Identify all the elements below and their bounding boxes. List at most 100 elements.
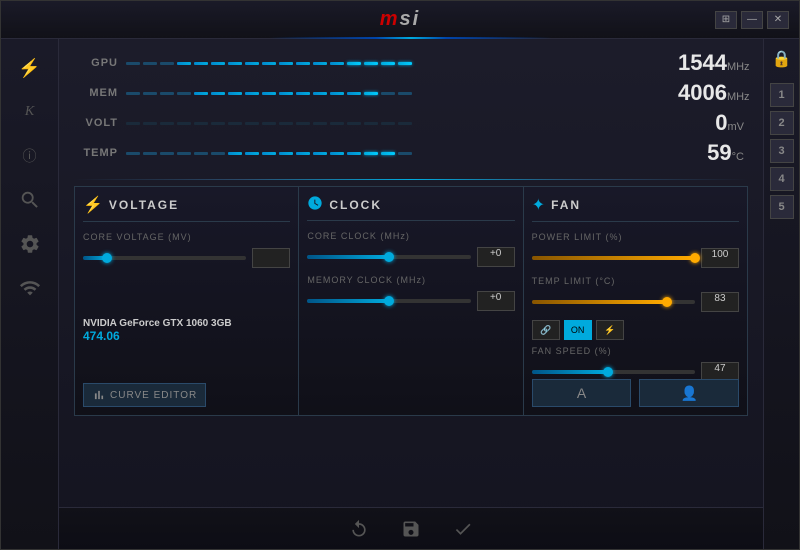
d [194, 122, 208, 125]
memory-clock-slider-row: +0 [307, 291, 514, 311]
power-limit-label: POWER LIMIT (%) [532, 232, 739, 242]
sidebar-item-monitor[interactable] [11, 269, 49, 307]
temp-limit-thumb[interactable] [662, 297, 672, 307]
panels-row: ⚡ VOLTAGE CORE VOLTAGE (MV) NVIDIA GeFor… [74, 186, 748, 416]
profile-4-button[interactable]: 4 [770, 167, 794, 191]
power-limit-input[interactable]: 100 [701, 248, 739, 268]
d [381, 62, 395, 65]
d [194, 92, 208, 95]
fan-panel-header: ✦ FAN [532, 195, 739, 222]
d [347, 92, 361, 95]
fan-profile-user-button[interactable]: 👤 [639, 379, 739, 407]
memory-clock-thumb[interactable] [384, 296, 394, 306]
sidebar-item-overclocking[interactable]: ⚡ [11, 49, 49, 87]
profile-3-button[interactable]: 3 [770, 139, 794, 163]
title-bar: msi ⊞ — ✕ [1, 1, 799, 39]
d [296, 152, 310, 155]
gpu-info-section: NVIDIA GeForce GTX 1060 3GB 474.06 [83, 318, 290, 343]
d [160, 92, 174, 95]
d [279, 62, 293, 65]
fan-profile-a-button[interactable]: A [532, 379, 632, 407]
profile-2-button[interactable]: 2 [770, 111, 794, 135]
d [347, 62, 361, 65]
d [245, 122, 259, 125]
d [296, 62, 310, 65]
memory-clock-track[interactable] [307, 299, 470, 303]
d [330, 152, 344, 155]
minimize-button[interactable]: — [741, 11, 763, 29]
d [262, 92, 276, 95]
mem-value: 4006MHz [678, 82, 748, 105]
d [279, 92, 293, 95]
power-limit-fill [532, 256, 695, 260]
core-voltage-input[interactable] [252, 248, 290, 268]
temp-limit-track[interactable] [532, 300, 695, 304]
apply-button[interactable] [449, 515, 477, 543]
fan-link-toggle[interactable]: 🔗 [532, 320, 560, 340]
d [364, 92, 378, 95]
mem-label: MEM [74, 87, 126, 99]
mem-bar [126, 86, 678, 100]
d [381, 122, 395, 125]
meters-section: GPU [74, 49, 748, 167]
volt-meter-row: VOLT [74, 109, 748, 137]
d [194, 62, 208, 65]
core-clock-label: CORE CLOCK (MHz) [307, 231, 514, 241]
d [143, 122, 157, 125]
gpu-value: 1544MHz [678, 52, 748, 75]
d [126, 62, 140, 65]
profile-5-button[interactable]: 5 [770, 195, 794, 219]
sidebar-item-info[interactable]: ⓘ [11, 137, 49, 175]
core-clock-thumb[interactable] [384, 252, 394, 262]
fan-speed-track[interactable] [532, 370, 695, 374]
core-voltage-track[interactable] [83, 256, 246, 260]
power-limit-thumb[interactable] [690, 253, 700, 263]
d [279, 122, 293, 125]
d [143, 152, 157, 155]
d [313, 62, 327, 65]
core-clock-input[interactable]: +0 [477, 247, 515, 267]
d [126, 92, 140, 95]
volt-dashes [126, 116, 678, 130]
win-button[interactable]: ⊞ [715, 11, 737, 29]
mem-meter-row: MEM [74, 79, 748, 107]
d [262, 152, 276, 155]
save-button[interactable] [397, 515, 425, 543]
section-divider [74, 179, 748, 180]
temp-limit-input[interactable]: 83 [701, 292, 739, 312]
temp-value: 59°C [678, 142, 748, 165]
sidebar-item-profiles[interactable]: K [11, 93, 49, 131]
app-logo: msi [380, 8, 420, 31]
d [126, 122, 140, 125]
fan-on-toggle[interactable]: ON [564, 320, 592, 340]
fan-boost-toggle[interactable]: ⚡ [596, 320, 624, 340]
voltage-panel-header: ⚡ VOLTAGE [83, 195, 290, 222]
d [228, 62, 242, 65]
curve-editor-button[interactable]: CURVE EDITOR [83, 383, 206, 407]
d [364, 122, 378, 125]
sidebar-item-settings[interactable] [11, 225, 49, 263]
d [398, 92, 412, 95]
d [160, 62, 174, 65]
d [177, 122, 191, 125]
gpu-bar [126, 56, 678, 70]
memory-clock-input[interactable]: +0 [477, 291, 515, 311]
core-clock-track[interactable] [307, 255, 470, 259]
reset-button[interactable] [345, 515, 373, 543]
voltage-icon: ⚡ [83, 195, 103, 215]
core-voltage-label: CORE VOLTAGE (MV) [83, 232, 290, 242]
profile-1-button[interactable]: 1 [770, 83, 794, 107]
sidebar-item-search[interactable] [11, 181, 49, 219]
lock-icon[interactable]: 🔒 [772, 49, 792, 69]
curve-editor-label: CURVE EDITOR [110, 390, 197, 401]
d [126, 152, 140, 155]
core-voltage-thumb[interactable] [102, 253, 112, 263]
gpu-dashes [126, 56, 678, 70]
bottom-toolbar [59, 507, 763, 549]
close-button[interactable]: ✕ [767, 11, 789, 29]
power-limit-track[interactable] [532, 256, 695, 260]
d [160, 122, 174, 125]
d [313, 92, 327, 95]
fan-speed-thumb[interactable] [603, 367, 613, 377]
d [364, 152, 378, 155]
